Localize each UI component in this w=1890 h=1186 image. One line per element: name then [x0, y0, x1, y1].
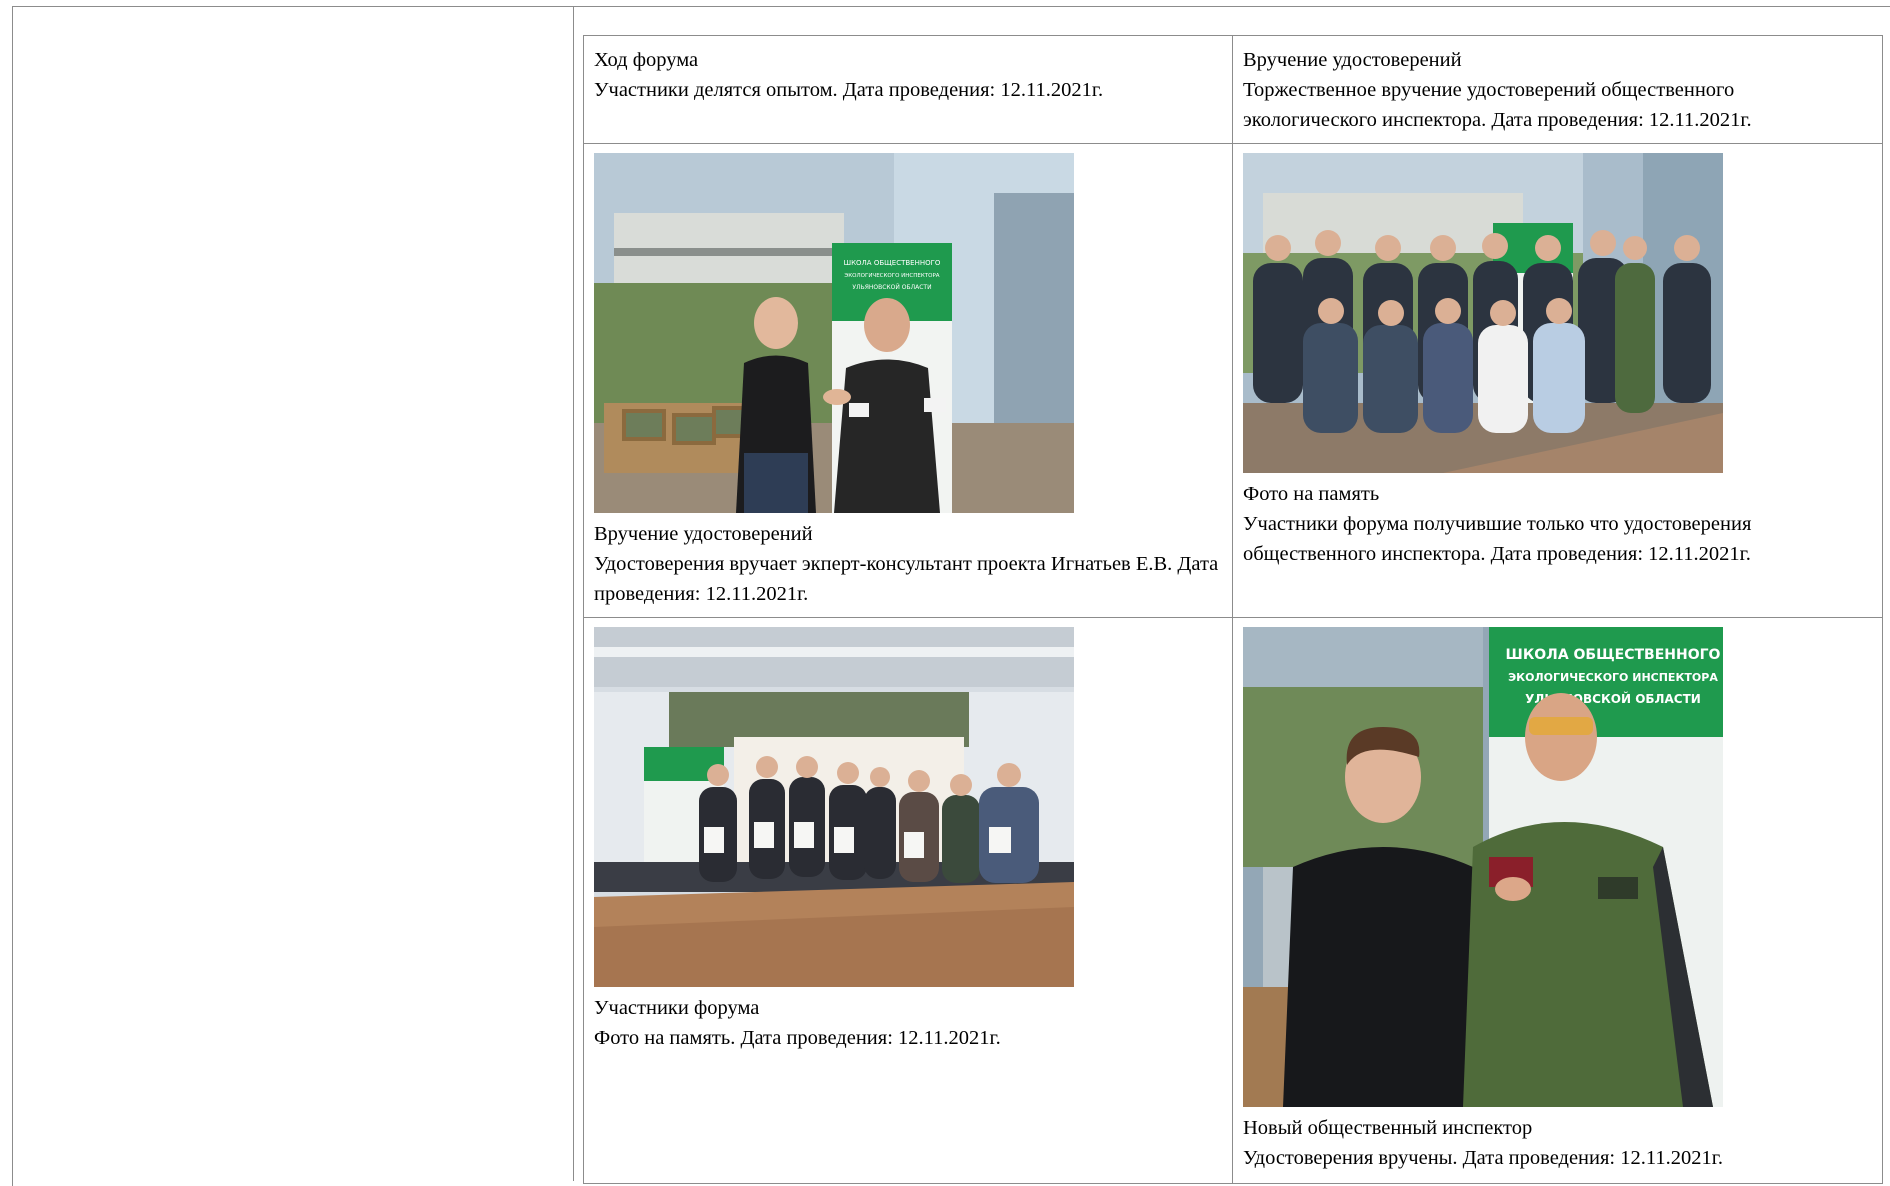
caption-title: Фото на память	[1243, 483, 1380, 505]
caption-text: Удостоверения вручены. Дата проведения: …	[1243, 1147, 1723, 1169]
photo-cell-handshake: ШКОЛА ОБЩЕСТВЕННОГО ЭКОЛОГИЧЕСКОГО ИНСПЕ…	[583, 143, 1233, 618]
banner-text: ШКОЛА ОБЩЕСТВЕННОГО	[844, 259, 941, 267]
banner-text: УЛЬЯНОВСКОЙ ОБЛАСТИ	[852, 284, 931, 291]
group-standing-photo	[594, 627, 1074, 987]
caption-text: Участники форума получившие только что у…	[1243, 513, 1752, 565]
table-row: ШКОЛА ОБЩЕСТВЕННОГО ЭКОЛОГИЧЕСКОГО ИНСПЕ…	[583, 143, 1883, 618]
caption-text: Торжественное вручение удостоверений общ…	[1243, 79, 1752, 131]
caption-text: Удостоверения вручает экперт-консультант…	[594, 553, 1219, 605]
photo-cell-group-seated: Фото на память Участники форума получивш…	[1232, 143, 1883, 618]
caption-cell-certificate-ceremony: Вручение удостоверений Торжественное вру…	[1232, 35, 1883, 144]
caption-title: Вручение удостоверений	[594, 523, 813, 545]
photo-cell-new-inspector: ШКОЛА ОБЩЕСТВЕННОГО ЭКОЛОГИЧЕСКОГО ИНСПЕ…	[1232, 617, 1883, 1184]
table-row: Ход форума Участники делятся опытом. Дат…	[583, 35, 1883, 144]
caption-title: Ход форума	[594, 49, 699, 71]
banner-text: ЭКОЛОГИЧЕСКОГО ИНСПЕКТОРА	[844, 273, 939, 279]
group-seated-photo	[1243, 153, 1723, 473]
photo-report-table: Ход форума Участники делятся опытом. Дат…	[583, 35, 1883, 1184]
banner-text: ШКОЛА ОБЩЕСТВЕННОГО	[1506, 647, 1721, 663]
caption-cell-forum-progress: Ход форума Участники делятся опытом. Дат…	[583, 35, 1233, 144]
caption-text: Фото на память. Дата проведения: 12.11.2…	[594, 1027, 1001, 1049]
photo-cell-group-standing: Участники форума Фото на память. Дата пр…	[583, 617, 1233, 1184]
handshake-certificate-photo: ШКОЛА ОБЩЕСТВЕННОГО ЭКОЛОГИЧЕСКОГО ИНСПЕ…	[594, 153, 1074, 513]
banner-text: ЭКОЛОГИЧЕСКОГО ИНСПЕКТОРА	[1508, 671, 1718, 684]
outer-table-divider	[573, 6, 574, 1181]
new-inspector-photo: ШКОЛА ОБЩЕСТВЕННОГО ЭКОЛОГИЧЕСКОГО ИНСПЕ…	[1243, 627, 1723, 1107]
caption-title: Новый общественный инспектор	[1243, 1117, 1533, 1139]
caption-text: Участники делятся опытом. Дата проведени…	[594, 79, 1104, 101]
caption-title: Участники форума	[594, 997, 760, 1019]
table-row: Участники форума Фото на память. Дата пр…	[583, 617, 1883, 1184]
caption-title: Вручение удостоверений	[1243, 49, 1462, 71]
